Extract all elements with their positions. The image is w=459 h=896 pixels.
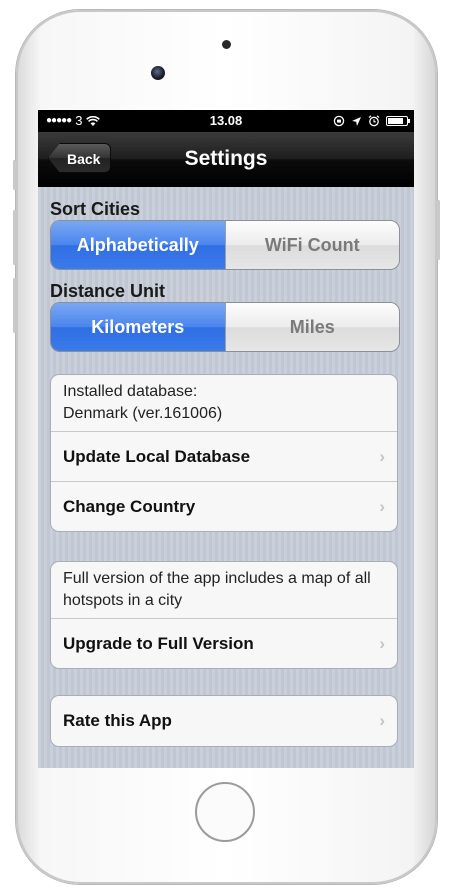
upgrade-full-version-row[interactable]: Upgrade to Full Version › xyxy=(51,618,397,668)
installed-database-label: Installed database: xyxy=(63,383,198,400)
screen: ●●●●● 3 13.08 Back Settings Sort Cities … xyxy=(38,110,414,768)
alarm-clock-icon xyxy=(368,115,380,127)
update-local-database-row[interactable]: Update Local Database › xyxy=(51,431,397,481)
distance-unit-segmented-control: Kilometers Miles xyxy=(50,302,400,352)
front-camera xyxy=(151,66,165,80)
sort-cities-label: Sort Cities xyxy=(50,199,141,219)
earpiece-speaker xyxy=(222,40,231,49)
full-version-info: Full version of the app includes a map o… xyxy=(63,570,371,609)
rate-app-label: Rate this App xyxy=(63,711,172,730)
change-country-label: Change Country xyxy=(63,497,196,516)
distance-unit-label: Distance Unit xyxy=(50,281,166,301)
upgrade-group: Full version of the app includes a map o… xyxy=(50,561,398,669)
update-local-database-label: Update Local Database xyxy=(63,447,251,466)
rate-app-row[interactable]: Rate this App › xyxy=(51,696,397,746)
chevron-right-icon: › xyxy=(379,447,385,466)
page-title: Settings xyxy=(184,147,268,170)
sort-cities-segmented-control: Alphabetically WiFi Count xyxy=(50,220,400,270)
installed-database-version: Denmark (ver.161006) xyxy=(63,405,223,422)
distance-kilometers-option[interactable]: Kilometers xyxy=(51,303,225,351)
rotation-lock-icon xyxy=(333,115,345,127)
volume-up-button xyxy=(13,210,16,265)
power-button xyxy=(437,200,440,260)
distance-miles-option[interactable]: Miles xyxy=(224,303,399,351)
location-arrow-icon xyxy=(352,116,361,126)
battery-icon xyxy=(386,116,410,126)
chevron-right-icon: › xyxy=(379,497,385,516)
sort-wifi-count-option[interactable]: WiFi Count xyxy=(224,221,399,269)
rate-group: Rate this App › xyxy=(50,695,398,747)
home-button[interactable] xyxy=(195,782,255,842)
database-settings-group: Installed database: Denmark (ver.161006)… xyxy=(50,374,398,532)
navigation-bar: Back Settings xyxy=(38,132,414,187)
chevron-right-icon: › xyxy=(379,634,385,653)
sort-alphabetically-option[interactable]: Alphabetically xyxy=(51,221,225,269)
chevron-right-icon: › xyxy=(379,711,385,730)
status-bar: ●●●●● 3 13.08 xyxy=(38,110,414,132)
volume-down-button xyxy=(13,278,16,333)
change-country-row[interactable]: Change Country › xyxy=(51,481,397,531)
installed-database-info: Installed database: Denmark (ver.161006) xyxy=(51,375,397,431)
upgrade-full-version-label: Upgrade to Full Version xyxy=(63,634,254,653)
mute-switch xyxy=(13,160,16,190)
